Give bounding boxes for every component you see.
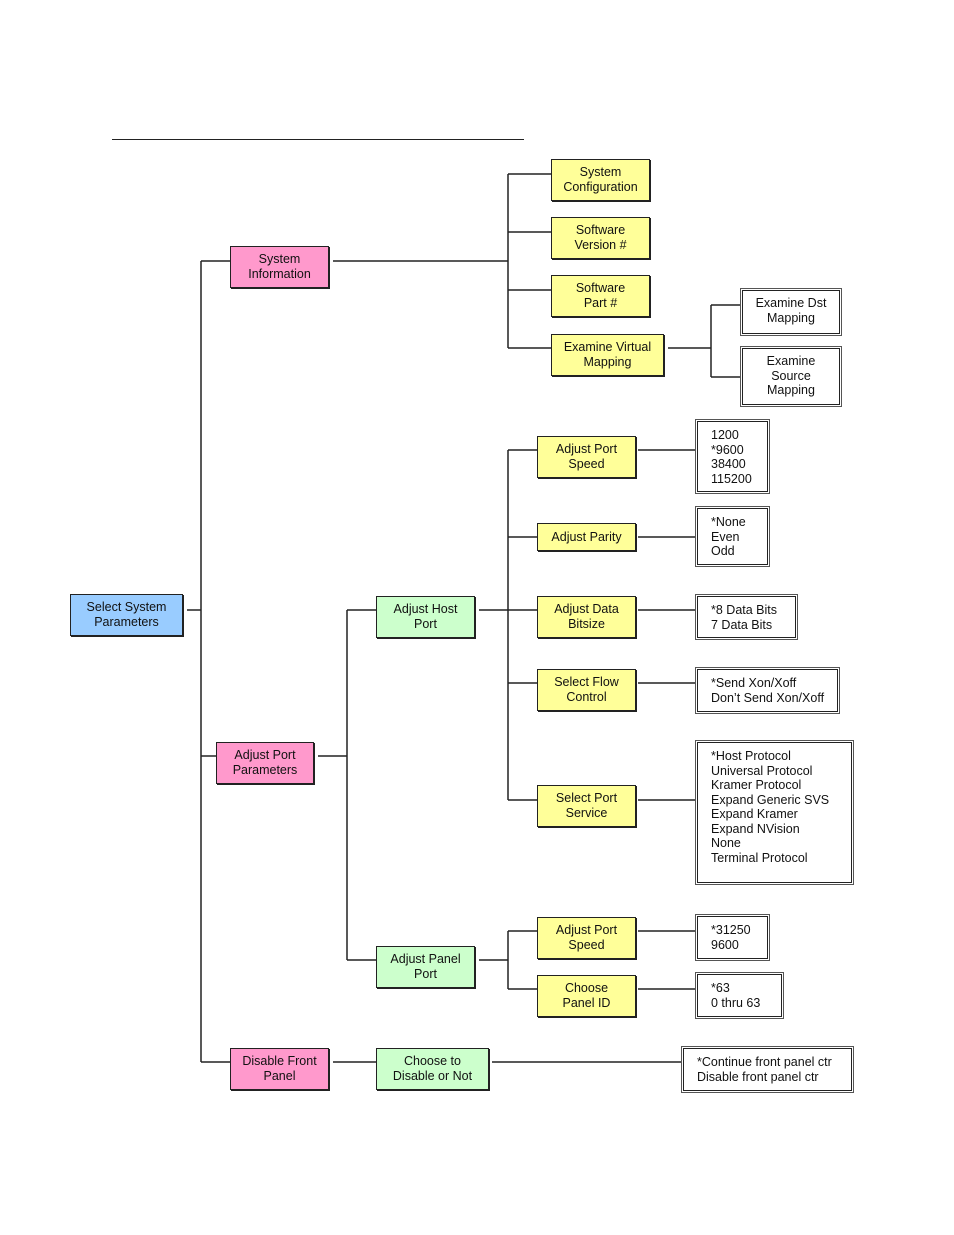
data-bitsize-options: *8 Data Bits 7 Data Bits bbox=[695, 594, 798, 640]
panel-adjust-port-speed-node[interactable]: Adjust Port Speed bbox=[537, 917, 636, 959]
examine-virtual-mapping-label: Examine Virtual Mapping bbox=[563, 340, 652, 369]
adjust-port-parameters-node[interactable]: Adjust Port Parameters bbox=[216, 742, 314, 784]
select-flow-control-node[interactable]: Select Flow Control bbox=[537, 669, 636, 711]
option-item[interactable]: *63 bbox=[711, 981, 771, 996]
system-configuration-node[interactable]: System Configuration bbox=[551, 159, 650, 201]
option-item[interactable]: Kramer Protocol bbox=[711, 778, 841, 793]
port-service-options: *Host Protocol Universal Protocol Kramer… bbox=[695, 740, 854, 885]
adjust-data-bitsize-node[interactable]: Adjust Data Bitsize bbox=[537, 596, 636, 638]
option-item[interactable]: Disable front panel ctr bbox=[697, 1070, 841, 1085]
choose-to-disable-node[interactable]: Choose to Disable or Not bbox=[376, 1048, 489, 1090]
examine-source-mapping-node[interactable]: Examine Source Mapping bbox=[740, 346, 842, 407]
adjust-host-port-node[interactable]: Adjust Host Port bbox=[376, 596, 475, 638]
option-item[interactable]: *Continue front panel ctr bbox=[697, 1055, 841, 1070]
port-speed-options: 1200 *9600 38400 115200 bbox=[695, 419, 770, 494]
option-item[interactable]: 0 thru 63 bbox=[711, 996, 771, 1011]
option-item[interactable]: Expand Kramer bbox=[711, 807, 841, 822]
option-item[interactable]: *31250 bbox=[711, 923, 757, 938]
adjust-parity-label: Adjust Parity bbox=[551, 529, 622, 544]
option-item[interactable]: Don’t Send Xon/Xoff bbox=[711, 691, 827, 706]
panel-port-speed-options: *31250 9600 bbox=[695, 914, 770, 961]
option-item[interactable]: *Host Protocol bbox=[711, 749, 841, 764]
option-item[interactable]: 115200 bbox=[711, 472, 757, 487]
choose-panel-id-label: Choose Panel ID bbox=[562, 981, 611, 1010]
disable-front-panel-options: *Continue front panel ctr Disable front … bbox=[681, 1046, 854, 1093]
option-item[interactable]: 38400 bbox=[711, 457, 757, 472]
option-item[interactable]: *Send Xon/Xoff bbox=[711, 676, 827, 691]
examine-virtual-mapping-node[interactable]: Examine Virtual Mapping bbox=[551, 334, 664, 376]
option-item[interactable]: 9600 bbox=[711, 938, 757, 953]
panel-adjust-port-speed-label: Adjust Port Speed bbox=[555, 923, 618, 952]
option-item[interactable]: Terminal Protocol bbox=[711, 851, 841, 866]
option-item[interactable]: Universal Protocol bbox=[711, 764, 841, 779]
system-information-label: System Information bbox=[248, 252, 311, 281]
adjust-data-bitsize-label: Adjust Data Bitsize bbox=[554, 602, 619, 631]
adjust-parity-node[interactable]: Adjust Parity bbox=[537, 523, 636, 551]
option-item[interactable]: Even bbox=[711, 530, 757, 545]
root-node-label: Select System Parameters bbox=[86, 600, 167, 629]
software-version-label: Software Version # bbox=[574, 223, 627, 252]
flow-control-options: *Send Xon/Xoff Don’t Send Xon/Xoff bbox=[695, 667, 840, 714]
host-adjust-port-speed-node[interactable]: Adjust Port Speed bbox=[537, 436, 636, 478]
adjust-panel-port-node[interactable]: Adjust Panel Port bbox=[376, 946, 475, 988]
select-flow-control-label: Select Flow Control bbox=[554, 675, 619, 704]
option-item[interactable]: Expand NVision bbox=[711, 822, 841, 837]
root-node[interactable]: Select System Parameters bbox=[70, 594, 183, 636]
system-configuration-label: System Configuration bbox=[563, 165, 638, 194]
examine-dst-mapping-label: Examine Dst Mapping bbox=[755, 296, 827, 325]
adjust-port-parameters-label: Adjust Port Parameters bbox=[232, 748, 298, 777]
option-item[interactable]: Expand Generic SVS bbox=[711, 793, 841, 808]
software-part-node[interactable]: Software Part # bbox=[551, 275, 650, 317]
select-port-service-node[interactable]: Select Port Service bbox=[537, 785, 636, 827]
choose-to-disable-label: Choose to Disable or Not bbox=[392, 1054, 473, 1083]
host-adjust-port-speed-label: Adjust Port Speed bbox=[555, 442, 618, 471]
disable-front-panel-node[interactable]: Disable Front Panel bbox=[230, 1048, 329, 1090]
software-version-node[interactable]: Software Version # bbox=[551, 217, 650, 259]
examine-source-mapping-label: Examine Source Mapping bbox=[766, 354, 816, 397]
option-item[interactable]: *9600 bbox=[711, 443, 757, 458]
option-item[interactable]: None bbox=[711, 836, 841, 851]
adjust-host-port-label: Adjust Host Port bbox=[393, 602, 458, 631]
panel-id-options: *63 0 thru 63 bbox=[695, 972, 784, 1019]
select-port-service-label: Select Port Service bbox=[555, 791, 618, 820]
software-part-label: Software Part # bbox=[575, 281, 626, 310]
option-item[interactable]: 7 Data Bits bbox=[711, 618, 785, 633]
examine-dst-mapping-node[interactable]: Examine Dst Mapping bbox=[740, 288, 842, 336]
disable-front-panel-label: Disable Front Panel bbox=[242, 1054, 317, 1083]
choose-panel-id-node[interactable]: Choose Panel ID bbox=[537, 975, 636, 1017]
option-item[interactable]: *None bbox=[711, 515, 757, 530]
parity-options: *None Even Odd bbox=[695, 506, 770, 567]
option-item[interactable]: Odd bbox=[711, 544, 757, 559]
system-information-node[interactable]: System Information bbox=[230, 246, 329, 288]
adjust-panel-port-label: Adjust Panel Port bbox=[390, 952, 461, 981]
option-item[interactable]: 1200 bbox=[711, 428, 757, 443]
option-item[interactable]: *8 Data Bits bbox=[711, 603, 785, 618]
